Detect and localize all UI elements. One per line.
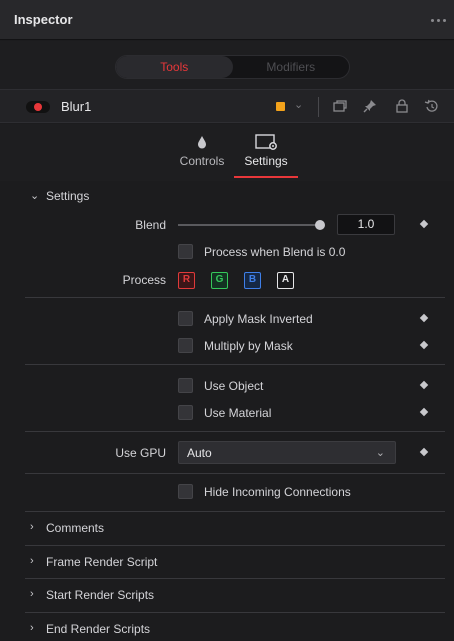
- mode-tabbar: Tools Modifiers: [0, 41, 454, 89]
- process-when-blend-zero-label: Process when Blend is 0.0: [204, 245, 346, 259]
- blend-value-field[interactable]: 1.0: [337, 214, 395, 235]
- inspector-subtabs: Controls Settings: [0, 124, 454, 181]
- keyframe-diamond-icon[interactable]: [419, 313, 429, 323]
- comments-section-label: Comments: [46, 521, 105, 535]
- inspector-titlebar: Inspector: [0, 0, 454, 40]
- blend-label: Blend: [135, 218, 166, 232]
- divider: [25, 364, 445, 365]
- droplet-icon: [176, 130, 228, 154]
- multiply-by-mask-label: Multiply by Mask: [204, 339, 293, 353]
- comments-section-header[interactable]: › Comments: [0, 512, 454, 545]
- settings-window-icon: [234, 130, 298, 154]
- use-material-checkbox[interactable]: [178, 405, 193, 420]
- tool-enable-toggle[interactable]: [26, 101, 50, 113]
- hide-incoming-connections-checkbox[interactable]: [178, 484, 193, 499]
- tool-color-swatch[interactable]: [276, 102, 285, 111]
- channel-b-button[interactable]: B: [244, 272, 261, 289]
- channel-g-button[interactable]: G: [211, 272, 228, 289]
- color-chevron-down-icon[interactable]: ⌄: [294, 98, 303, 111]
- keyframe-diamond-icon[interactable]: [419, 340, 429, 350]
- blend-slider-handle[interactable]: [315, 220, 325, 230]
- subtab-controls[interactable]: Controls: [176, 130, 228, 178]
- end-render-scripts-section-label: End Render Scripts: [46, 622, 151, 636]
- keyframe-diamond-icon[interactable]: [419, 407, 429, 417]
- keyframe-diamond-icon[interactable]: [419, 380, 429, 390]
- active-tab-underline: [234, 176, 298, 178]
- multiply-by-mask-checkbox[interactable]: [178, 338, 193, 353]
- start-render-scripts-section-header[interactable]: › Start Render Scripts: [0, 579, 454, 612]
- chevron-down-icon: ⌄: [30, 190, 40, 202]
- start-render-scripts-section-label: Start Render Scripts: [46, 588, 155, 602]
- subtab-settings-label: Settings: [244, 154, 288, 168]
- frame-render-script-section-header[interactable]: › Frame Render Script: [0, 546, 454, 579]
- pin-icon[interactable]: [362, 98, 378, 116]
- apply-mask-inverted-label: Apply Mask Inverted: [204, 312, 313, 326]
- end-render-scripts-section-header[interactable]: › End Render Scripts: [0, 613, 454, 641]
- chevron-right-icon: ›: [30, 555, 34, 567]
- use-object-checkbox[interactable]: [178, 378, 193, 393]
- subtab-controls-label: Controls: [179, 154, 225, 168]
- use-gpu-label: Use GPU: [115, 446, 166, 460]
- chevron-right-icon: ›: [30, 622, 34, 634]
- apply-mask-inverted-checkbox[interactable]: [178, 311, 193, 326]
- use-gpu-value: Auto: [187, 446, 212, 460]
- settings-section-label: Settings: [46, 189, 90, 203]
- panel-title: Inspector: [14, 12, 73, 27]
- mode-segmented-control: Tools Modifiers: [115, 55, 350, 79]
- chevron-right-icon: ›: [30, 521, 34, 533]
- subtab-settings[interactable]: Settings: [234, 130, 298, 178]
- settings-section-header[interactable]: ⌄ Settings: [0, 183, 454, 209]
- chevron-down-icon: ⌄: [375, 447, 385, 459]
- keyframe-diamond-icon[interactable]: [419, 447, 429, 457]
- divider: [25, 473, 445, 474]
- chevron-right-icon: ›: [30, 588, 34, 600]
- use-object-label: Use Object: [204, 379, 264, 393]
- process-when-blend-zero-checkbox[interactable]: [178, 244, 193, 259]
- frame-render-script-section-label: Frame Render Script: [46, 555, 158, 569]
- keyframe-diamond-icon[interactable]: [419, 219, 429, 229]
- copy-icon[interactable]: [332, 98, 348, 116]
- use-gpu-dropdown[interactable]: Auto ⌄: [178, 441, 396, 464]
- reset-icon[interactable]: [424, 98, 440, 116]
- settings-content: ⌄ Settings Blend 1.0 Process when Blend …: [0, 181, 454, 641]
- hide-incoming-connections-label: Hide Incoming Connections: [204, 485, 351, 499]
- divider: [25, 431, 445, 432]
- tool-header: Blur1 ⌄: [0, 89, 454, 123]
- channel-r-button[interactable]: R: [178, 272, 195, 289]
- process-label: Process: [122, 273, 166, 287]
- divider: [318, 97, 319, 117]
- tab-tools[interactable]: Tools: [116, 56, 233, 78]
- channel-a-button[interactable]: A: [277, 272, 294, 289]
- divider: [25, 297, 445, 298]
- tab-modifiers[interactable]: Modifiers: [233, 56, 350, 78]
- use-material-label: Use Material: [204, 406, 272, 420]
- lock-icon[interactable]: [394, 98, 410, 116]
- more-options-icon[interactable]: [428, 14, 448, 26]
- blend-slider-track[interactable]: [178, 224, 320, 226]
- tool-name: Blur1: [61, 99, 92, 114]
